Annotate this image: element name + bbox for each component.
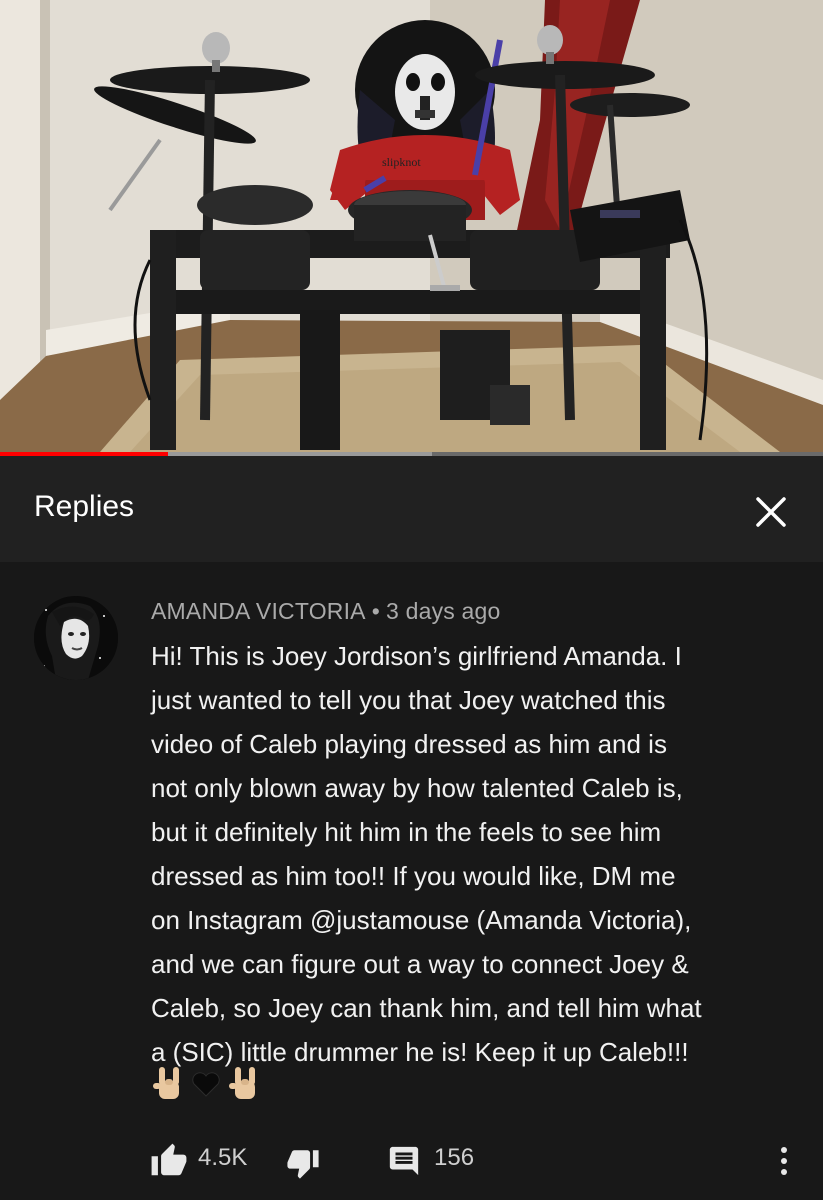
- comment-line: just wanted to tell you that Joey watche…: [151, 685, 666, 715]
- comment-item: AMANDA VICTORIA • 3 days ago Hi! This is J…: [0, 562, 823, 1200]
- close-icon: [756, 497, 786, 527]
- like-count: 4.5K: [198, 1144, 248, 1171]
- comment-line: on Instagram @justamouse (Amanda Victori…: [151, 905, 692, 935]
- comment-line: video of Caleb playing dressed as him an…: [151, 729, 667, 759]
- emoji-row: [151, 1064, 261, 1104]
- comment-line: not only blown away by how talented Cale…: [151, 773, 683, 803]
- comment-line: and we can figure out a way to connect J…: [151, 949, 689, 979]
- more-vertical-icon-dot: [781, 1169, 787, 1175]
- avatar-image: [34, 596, 118, 680]
- more-vertical-icon-dot: [781, 1158, 787, 1164]
- avatar[interactable]: [34, 596, 118, 680]
- sign-of-the-horns-emoji: [229, 1067, 255, 1099]
- more-options-button[interactable]: [770, 1140, 798, 1182]
- thumbs-up-icon: [151, 1143, 187, 1176]
- reply-button[interactable]: [386, 1144, 422, 1178]
- comment-line: Caleb, so Joey can thank him, and tell h…: [151, 993, 702, 1023]
- video-frame-image: slipknot: [0, 0, 823, 452]
- comment-time: 3 days ago: [386, 598, 501, 624]
- reply-count: 156: [434, 1144, 475, 1171]
- comment-line: Hi! This is Joey Jordison’s girlfriend A…: [151, 641, 682, 671]
- comment-meta: AMANDA VICTORIA • 3 days ago: [151, 598, 501, 625]
- replies-header: Replies: [0, 456, 823, 562]
- meta-separator: •: [371, 598, 380, 624]
- close-button[interactable]: [745, 486, 797, 538]
- comment-line: dressed as him too!! If you would like, …: [151, 861, 676, 891]
- replies-title: Replies: [34, 490, 135, 523]
- comment-line: but it definitely hit him in the feels t…: [151, 817, 662, 847]
- comment-body: Hi! This is Joey Jordison’s girlfriend A…: [151, 634, 791, 1074]
- dislike-button[interactable]: [286, 1146, 324, 1184]
- comment-icon: [389, 1146, 419, 1176]
- shirt-logo-text: slipknot: [382, 155, 421, 169]
- like-button[interactable]: [150, 1142, 188, 1180]
- more-vertical-icon-dot: [781, 1147, 787, 1153]
- video-player[interactable]: slipknot: [0, 0, 823, 452]
- black-heart-emoji: [192, 1072, 220, 1097]
- comment-actions: 4.5K 156: [0, 1136, 823, 1186]
- comment-author[interactable]: AMANDA VICTORIA: [151, 598, 366, 624]
- thumbs-down-icon: [287, 1150, 319, 1179]
- sign-of-the-horns-emoji: [153, 1067, 179, 1099]
